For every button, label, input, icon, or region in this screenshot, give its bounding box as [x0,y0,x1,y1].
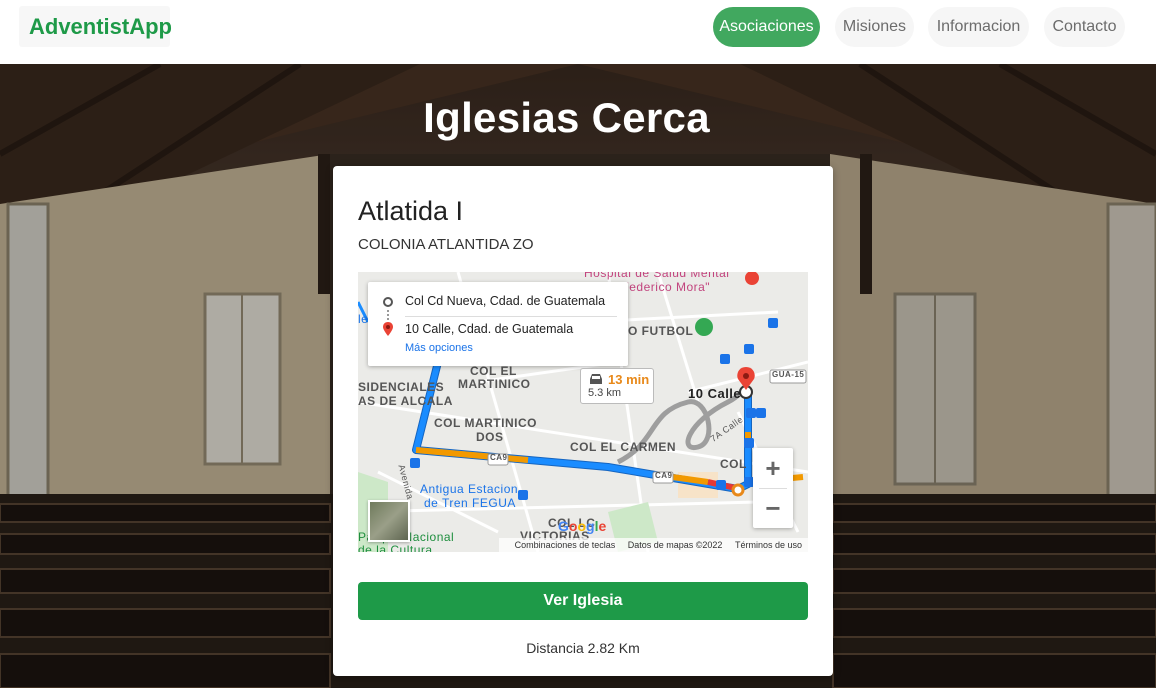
route-dots-icon [387,310,389,320]
directions-origin: Col Cd Nueva, Cdad. de Guatemala [405,294,606,308]
map-label-residenciales: SIDENCIALES [358,380,445,394]
embedded-map[interactable]: Hospital de Salud Mental "Dr. Federico M… [358,272,808,552]
page-title: Iglesias Cerca [423,94,710,141]
terms-link[interactable]: Términos de uso [735,540,802,550]
map-label-col-right: COL [720,457,747,471]
eta-distance: 5.3 km [588,387,622,399]
map-pin-icon [383,322,393,336]
circle-origin-icon [383,297,393,307]
map-label-martinico: MARTINICO [458,377,531,391]
directions-box[interactable]: Col Cd Nueva, Cdad. de Guatemala 10 Call… [368,282,628,366]
eta-time: 13 min [608,372,650,387]
map-label-estacion: Antigua Estacion [420,482,519,496]
map-label-alcala: AS DE ALCALA [358,394,453,408]
map-label-futbol: O FUTBOL [628,324,694,338]
directions-divider [405,316,617,317]
map-label-el-carmen: COL EL CARMEN [570,440,677,454]
map-label-ca9-b: CA9 [655,471,673,480]
map-label-martinico-dos: COL MARTINICO [434,416,537,430]
map-label-parque-2: de la Cultura [358,543,433,552]
google-logo: Google [558,518,607,534]
zoom-controls: + − [753,448,793,528]
distance-text: Distancia 2.82 Km [526,640,640,656]
nav-item-informacion[interactable]: Informacion [928,7,1029,47]
map-label-left: le [358,312,369,326]
nav-item-contacto[interactable]: Contacto [1044,7,1125,47]
satellite-toggle[interactable] [368,500,410,542]
map-label-dos: DOS [476,430,504,444]
map-label-destination: 10 Calle [688,386,742,401]
more-options-link[interactable]: Más opciones [405,342,473,354]
map-data-attribution: Datos de mapas ©2022 [627,540,723,550]
view-church-button[interactable]: Ver Iglesia [358,582,808,620]
brand-logo[interactable]: AdventistApp [19,6,172,47]
car-icon [590,374,602,384]
zoom-out-button[interactable]: − [753,488,793,528]
eta-box[interactable]: 13 min 5.3 km [580,368,654,404]
map-label-hospital: Hospital de Salud Mental [584,272,730,280]
map-label-estacion-2: de Tren FEGUA [424,496,516,510]
keyboard-shortcuts-link[interactable]: Combinaciones de teclas [515,540,616,550]
zoom-in-button[interactable]: + [753,448,793,488]
map-label-col-el: COL EL [470,364,517,378]
hero-section: Iglesias Cerca Atlatida I COLONIA ATLANT… [0,64,1156,688]
nav-item-asociaciones[interactable]: Asociaciones [713,7,820,47]
map-label-gua15: GUA-15 [772,370,805,379]
church-name: Atlatida I [358,196,464,226]
church-card: Atlatida I COLONIA ATLANTIDA ZO Hospital… [333,166,833,676]
map-label-ca9-a: CA9 [490,453,508,462]
nav-item-misiones[interactable]: Misiones [835,7,914,47]
directions-destination: 10 Calle, Cdad. de Guatemala [405,322,574,336]
navbar: AdventistApp Asociaciones Misiones Infor… [0,0,1156,64]
church-address: COLONIA ATLANTIDA ZO [358,236,534,253]
map-footer: Combinaciones de teclas Datos de mapas ©… [498,538,808,552]
